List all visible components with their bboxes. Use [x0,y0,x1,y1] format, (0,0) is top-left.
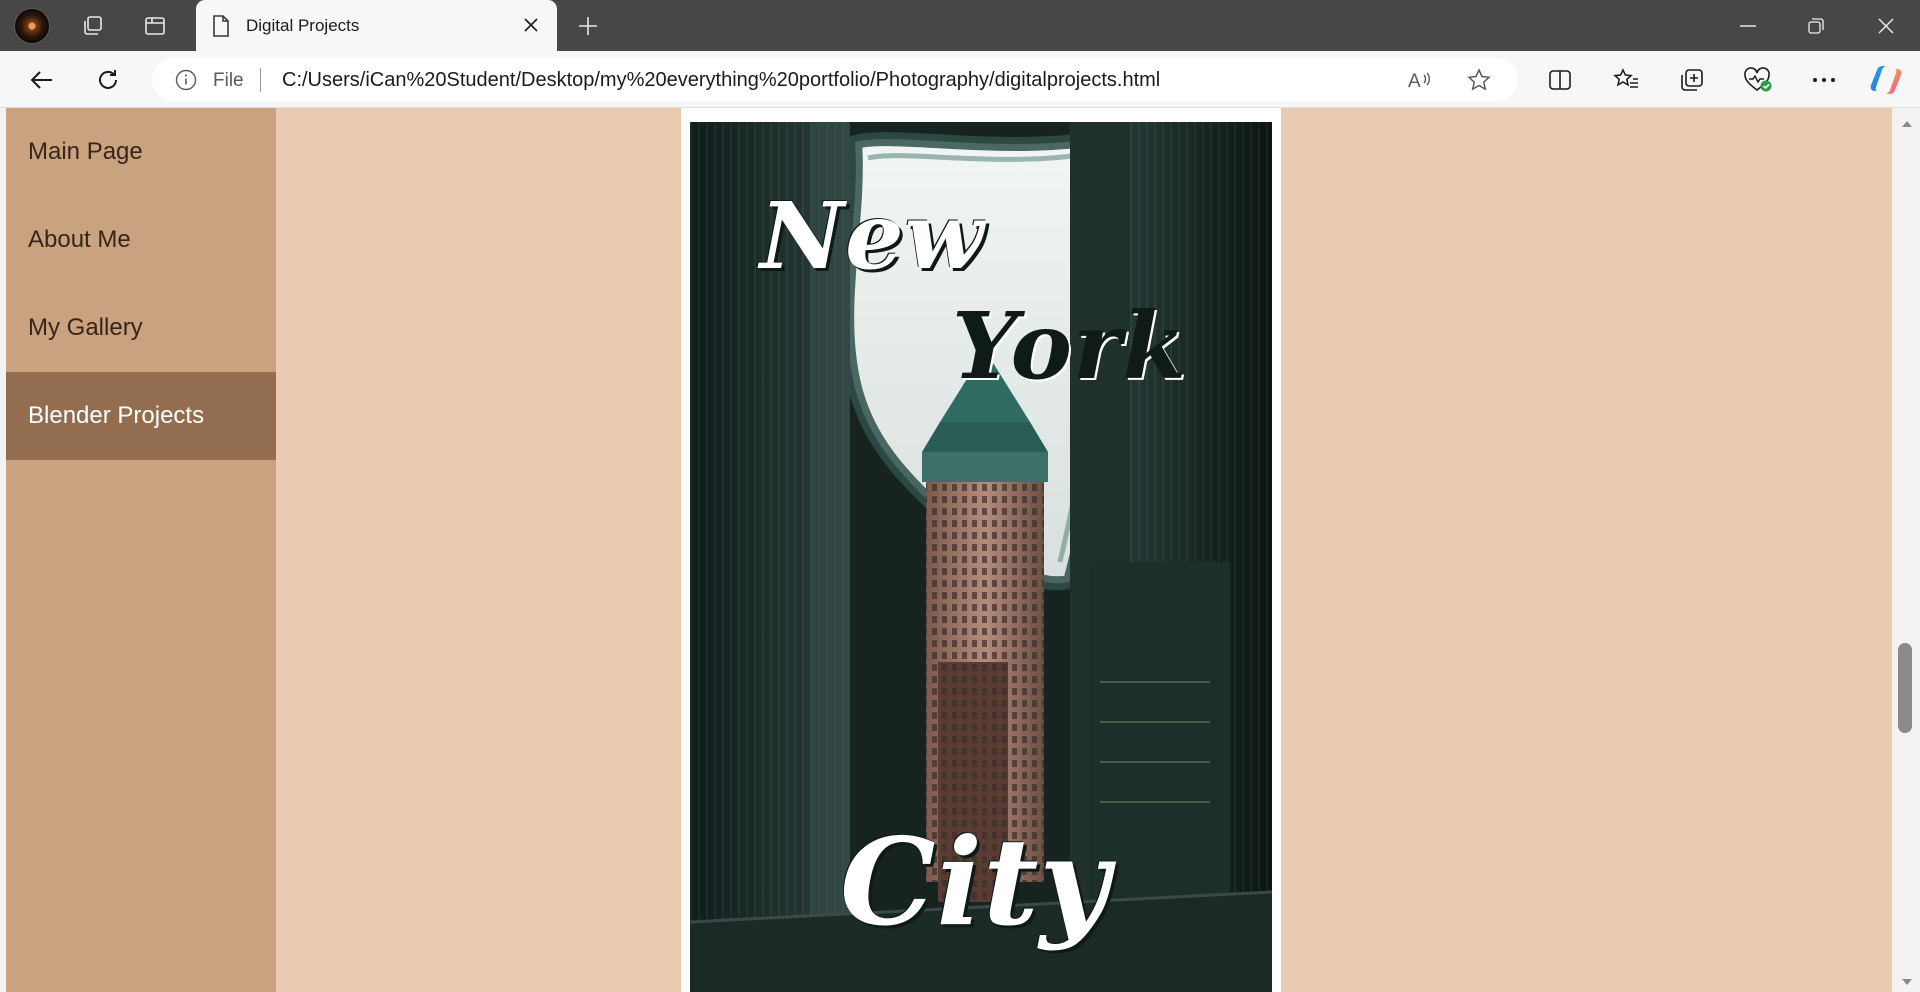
favorites-icon[interactable] [1606,60,1646,100]
restore-button[interactable] [1782,0,1850,51]
browser-toolbar: File C:/Users/iCan%20Student/Desktop/my%… [0,51,1920,108]
browser-essentials-icon[interactable] [1738,60,1778,100]
collections-icon[interactable] [1672,60,1712,100]
tab-actions-icon[interactable] [136,7,174,45]
web-page: Main Page About Me My Gallery Blender Pr… [6,108,1892,992]
document-icon [212,15,230,42]
refresh-button[interactable] [88,60,128,100]
address-divider [260,68,261,92]
copilot-icon[interactable] [1866,60,1906,100]
back-button[interactable] [22,60,62,100]
close-window-button[interactable] [1852,0,1920,51]
split-screen-icon[interactable] [1540,60,1580,100]
poster-word-new: New [760,182,985,290]
minimize-button[interactable] [1714,0,1782,51]
nav-item-blender-projects[interactable]: Blender Projects [6,372,276,460]
close-tab-icon[interactable] [518,12,544,38]
nav-item-main-page[interactable]: Main Page [6,108,276,196]
nav-item-about-me[interactable]: About Me [6,196,276,284]
scroll-down-arrow-icon[interactable] [1900,976,1914,988]
url-scheme-label: File [213,70,244,91]
new-york-city-poster: New York City [690,122,1272,992]
address-bar[interactable]: File C:/Users/iCan%20Student/Desktop/my%… [152,58,1518,101]
tab-title: Digital Projects [246,16,360,35]
profile-avatar[interactable] [15,9,49,43]
info-icon[interactable] [175,69,197,96]
browser-titlebar: Digital Projects [0,0,1920,51]
more-options-icon[interactable] [1804,60,1844,100]
tab-digital-projects[interactable]: Digital Projects [196,0,557,51]
page-scrollbar[interactable] [1893,108,1920,992]
poster-word-city: City [840,812,1111,953]
page-viewport: Main Page About Me My Gallery Blender Pr… [0,108,1920,992]
new-tab-button[interactable] [570,8,606,44]
poster-word-york: York [952,292,1188,400]
nav-item-my-gallery[interactable]: My Gallery [6,284,276,372]
scrollbar-thumb[interactable] [1898,643,1912,733]
scroll-up-arrow-icon[interactable] [1900,118,1914,130]
sidebar-nav: Main Page About Me My Gallery Blender Pr… [6,108,276,992]
read-aloud-icon[interactable]: A [1402,62,1438,98]
svg-text:A: A [1408,71,1421,91]
workspaces-icon[interactable] [74,7,112,45]
favorite-star-icon[interactable] [1461,62,1497,98]
poster-frame: New York City [681,108,1281,992]
url-text[interactable]: C:/Users/iCan%20Student/Desktop/my%20eve… [282,69,1160,92]
